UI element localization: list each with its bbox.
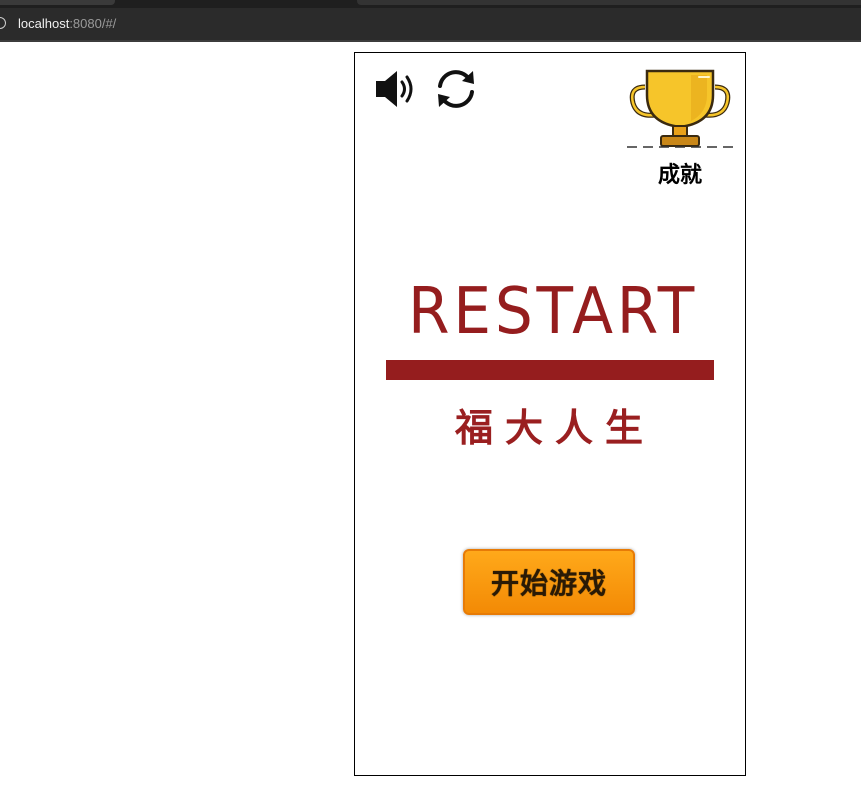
url-text[interactable]: localhost:8080/#/ (18, 16, 116, 31)
game-subtitle: 福大人生 (454, 405, 655, 450)
game-screen: 成就 RESTART 福大人生 开始游戏 (354, 52, 746, 776)
achievements-label: 成就 (657, 163, 702, 188)
logo-underline-bar (386, 360, 714, 380)
browser-tab-strip (0, 0, 861, 8)
url-path: :8080/#/ (69, 16, 117, 31)
trophy-icon (627, 69, 733, 148)
start-game-button[interactable]: 开始游戏 (463, 549, 635, 615)
browser-tab[interactable] (0, 0, 115, 5)
logo-text: RESTART (408, 275, 698, 345)
browser-address-bar[interactable]: localhost:8080/#/ (0, 8, 861, 42)
achievements-button[interactable]: 成就 (625, 65, 735, 188)
site-info-icon[interactable] (0, 17, 6, 29)
speaker-icon (376, 71, 413, 107)
start-game-label: 开始游戏 (490, 567, 607, 600)
logo-title: RESTART (408, 275, 698, 345)
browser-tab[interactable] (357, 0, 861, 5)
sound-toggle-button[interactable] (373, 67, 419, 111)
restart-refresh-button[interactable] (433, 67, 479, 111)
url-host: localhost (18, 16, 70, 31)
refresh-icon (438, 70, 474, 108)
